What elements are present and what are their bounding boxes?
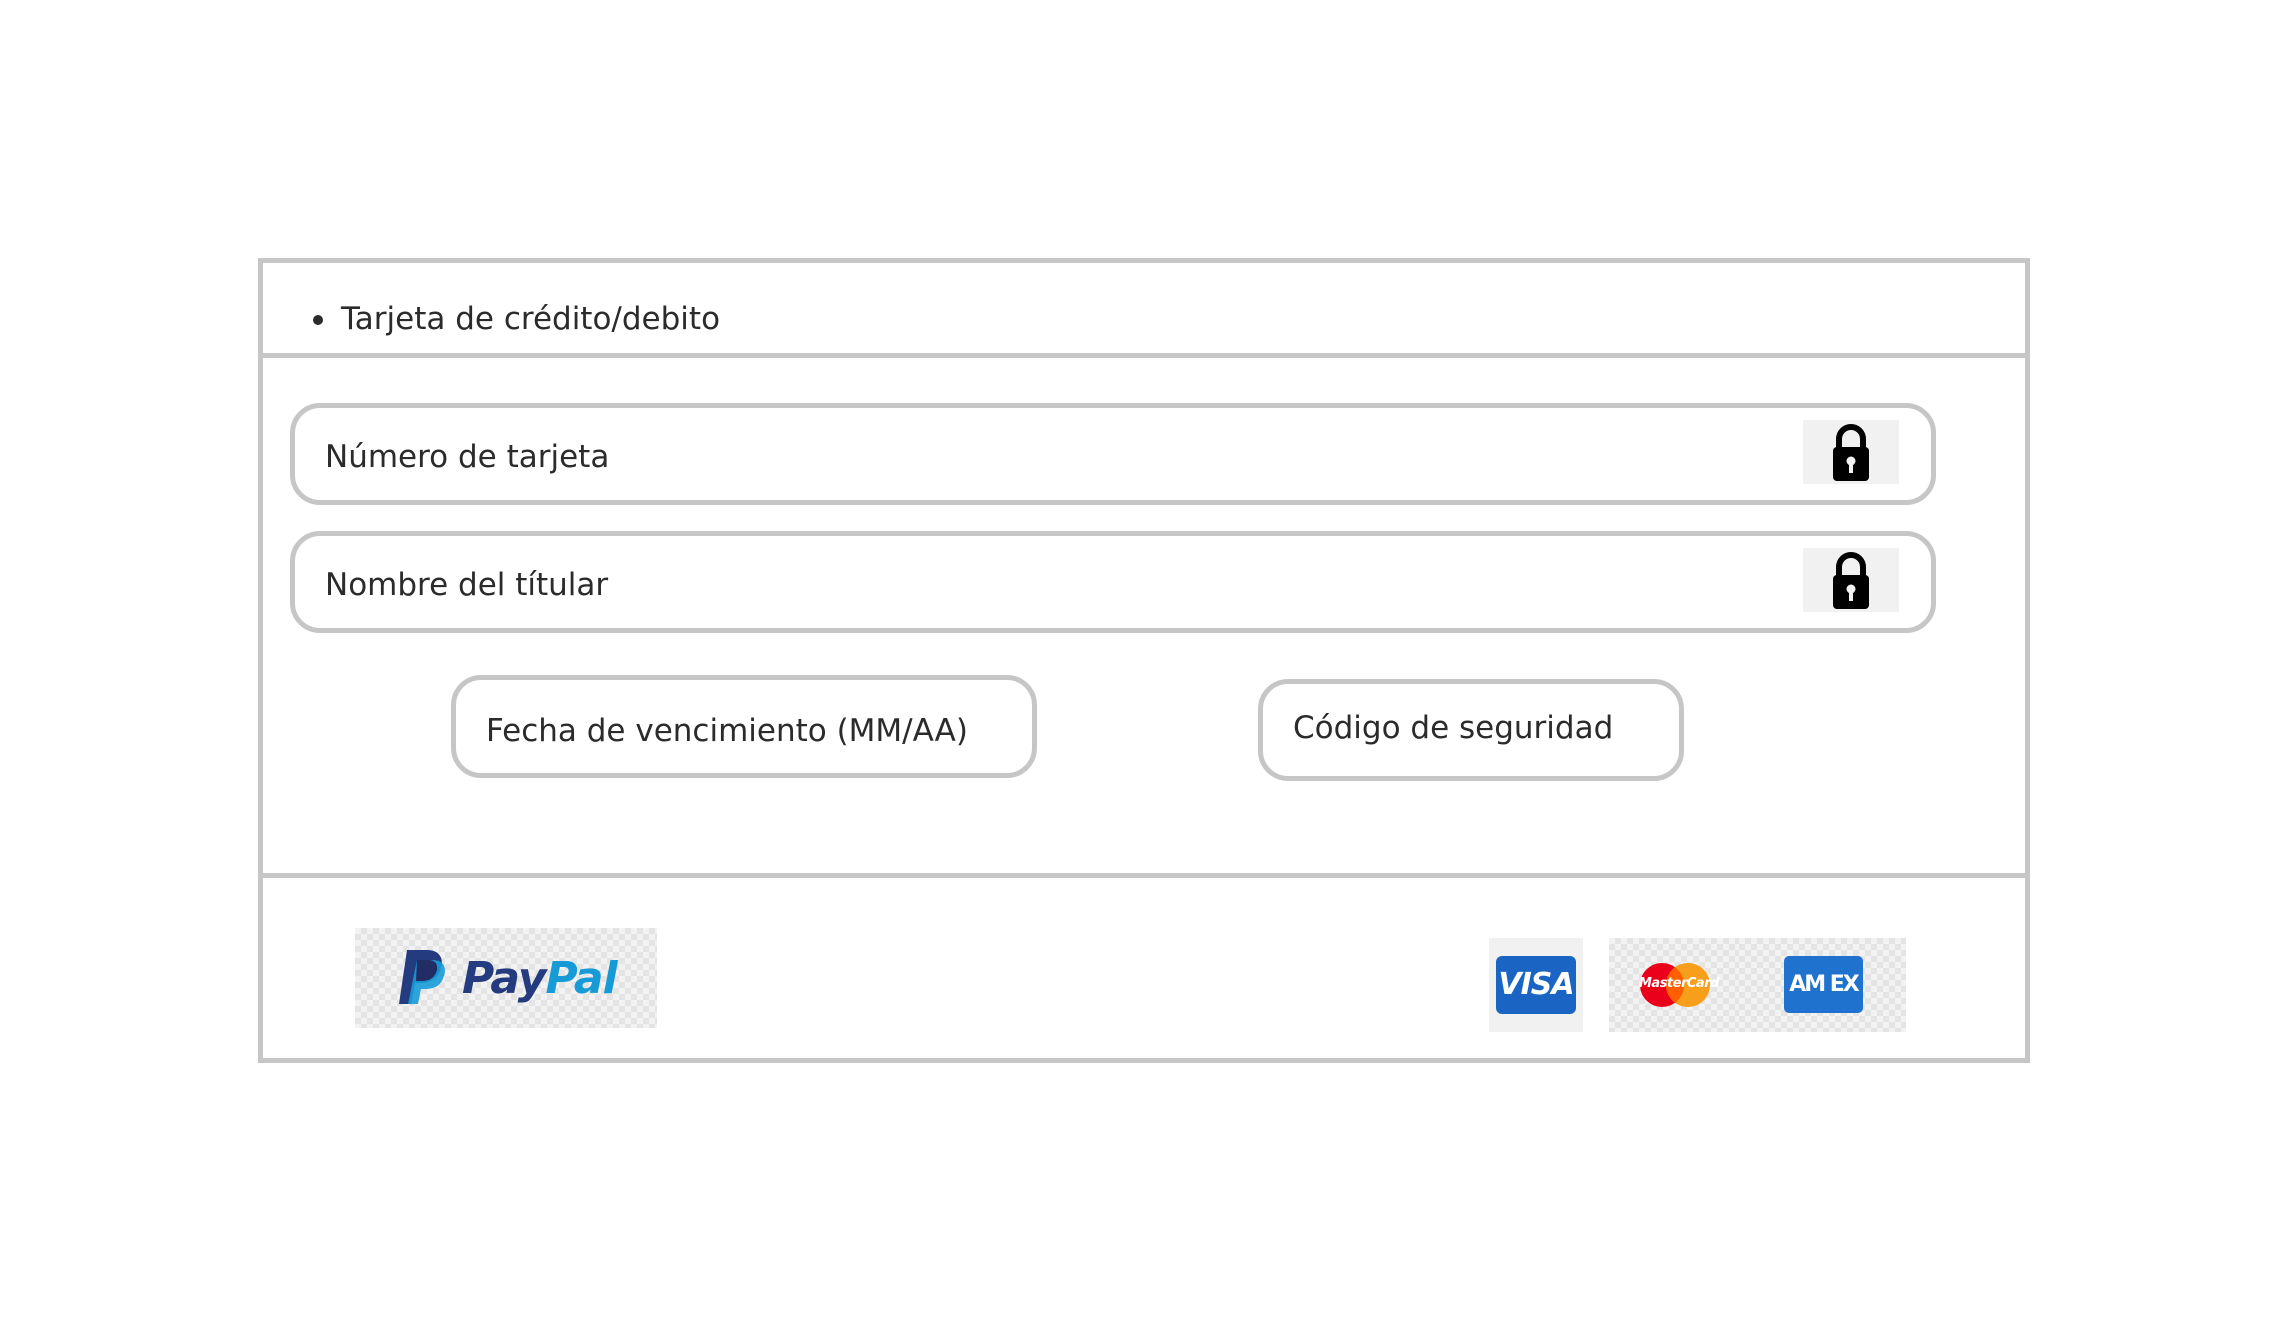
paypal-button[interactable]: PayPal bbox=[355, 928, 657, 1028]
expiry-date-field[interactable]: Fecha de vencimiento (MM/AA) bbox=[451, 675, 1037, 778]
lock-icon bbox=[1803, 420, 1899, 484]
expiry-date-placeholder: Fecha de vencimiento (MM/AA) bbox=[486, 713, 968, 749]
lock-icon bbox=[1803, 548, 1899, 612]
paypal-logo-icon bbox=[399, 950, 445, 1004]
visa-logo[interactable]: VISA bbox=[1489, 938, 1583, 1032]
card-number-placeholder: Número de tarjeta bbox=[325, 439, 610, 475]
security-code-field[interactable]: Código de seguridad bbox=[1258, 679, 1684, 781]
payment-method-label: Tarjeta de crédito/debito bbox=[341, 301, 721, 337]
payment-method-header[interactable]: Tarjeta de crédito/debito bbox=[263, 263, 2025, 358]
paypal-wordmark: PayPal bbox=[462, 953, 618, 1004]
mastercard-text: MasterCard bbox=[1639, 976, 1719, 991]
payment-panel: Tarjeta de crédito/debito Número de tarj… bbox=[258, 258, 2030, 1063]
bullet-icon bbox=[313, 315, 323, 325]
security-code-placeholder: Código de seguridad bbox=[1293, 710, 1614, 746]
amex-logo[interactable]: AM EX bbox=[1739, 938, 1906, 1032]
card-number-field[interactable]: Número de tarjeta bbox=[290, 403, 1936, 505]
mastercard-logo[interactable]: MasterCard bbox=[1609, 938, 1739, 1032]
holder-name-field[interactable]: Nombre del títular bbox=[290, 531, 1936, 633]
holder-name-placeholder: Nombre del títular bbox=[325, 567, 609, 603]
visa-badge: VISA bbox=[1496, 956, 1576, 1014]
amex-badge: AM EX bbox=[1784, 956, 1863, 1013]
footer-divider bbox=[263, 873, 2025, 878]
